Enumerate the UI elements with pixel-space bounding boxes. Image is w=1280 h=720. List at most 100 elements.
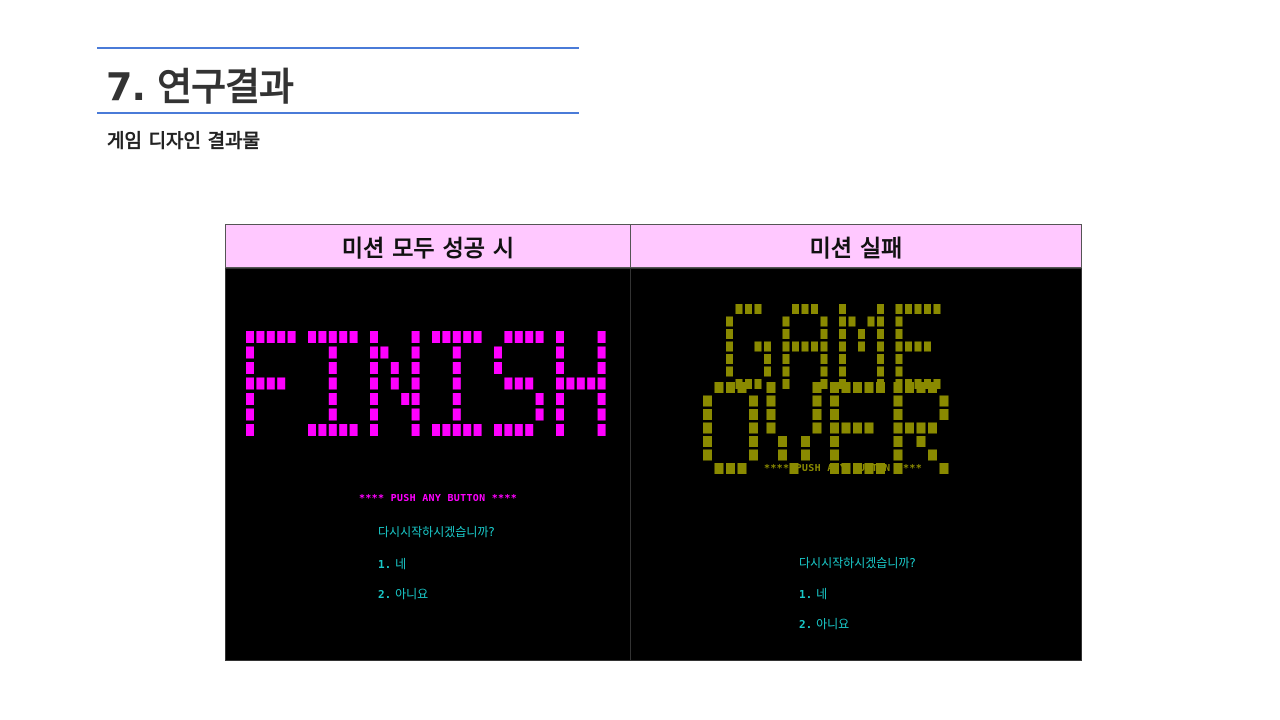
over-pixel-block: [766, 395, 776, 407]
over-pixel-block: [939, 395, 949, 407]
over-pixel-block: [766, 422, 776, 434]
over-pixel-block: [801, 449, 810, 461]
over-pixel-block: [749, 395, 758, 407]
over-pixel-block: [766, 382, 776, 393]
over-pixel-block: [703, 449, 712, 461]
game-pixel-block: [895, 366, 903, 377]
finish-pixel-block: [246, 362, 254, 374]
finish-pixel-block: [349, 331, 358, 343]
finish-pixel-block: [597, 331, 606, 343]
over-pixel-block: [812, 422, 822, 434]
finish-pixel-block: [308, 331, 316, 343]
gameover-game-screen: **** PUSH ANY BUTTON **** 다시시작하시겠습니까? 1.…: [630, 268, 1082, 661]
slide-subtitle: 게임 디자인 결과물: [107, 130, 261, 152]
finish-pixel-block: [556, 408, 564, 421]
game-pixel-block: [924, 341, 931, 352]
game-pixel-block: [877, 316, 884, 327]
finish-pixel-block: [266, 377, 275, 390]
game-pixel-block: [877, 329, 884, 339]
finish-pixel-block: [370, 393, 378, 405]
over-pixel-block: [905, 422, 914, 434]
finish-pixel-block: [504, 424, 513, 436]
finish-pixel-block: [463, 331, 472, 343]
over-pixel-block: [893, 422, 903, 434]
option-yes-label: 네: [395, 557, 407, 571]
finish-pixel-block: [411, 346, 420, 359]
restart-question: 다시시작하시겠습니까?: [378, 525, 495, 539]
over-pixel-block: [830, 395, 839, 407]
finish-pixel-block: [370, 346, 378, 359]
finish-pixel-block: [380, 346, 389, 359]
finish-pixel-block: [318, 331, 327, 343]
finish-pixel-block: [401, 393, 410, 405]
finish-pixel-block: [463, 424, 472, 436]
over-pixel-block: [749, 449, 758, 461]
over-pixel-block: [853, 422, 862, 434]
finish-pixel-block: [370, 408, 378, 421]
over-pixel-block: [703, 436, 712, 447]
option-no[interactable]: 2. 아니요: [799, 615, 849, 632]
finish-pixel-block: [328, 424, 337, 436]
finish-pixel-block: [566, 377, 575, 390]
finish-pixel-block: [556, 377, 564, 390]
finish-pixel-block: [246, 424, 254, 436]
option-yes[interactable]: 1. 네: [799, 585, 827, 602]
title-bottom-rule: [97, 112, 579, 114]
option-yes[interactable]: 1. 네: [378, 555, 406, 572]
game-pixel-block: [811, 304, 818, 314]
finish-pixel-block: [535, 331, 544, 343]
game-pixel-block: [764, 366, 771, 377]
game-pixel-block: [839, 316, 846, 327]
finish-pixel-block: [514, 331, 523, 343]
finish-pixel-block: [514, 424, 523, 436]
finish-pixel-block: [597, 393, 606, 405]
finish-pixel-art: [246, 331, 606, 436]
game-pixel-block: [924, 304, 931, 314]
option-yes-number: 1.: [378, 558, 392, 571]
over-pixel-block: [893, 409, 903, 420]
finish-pixel-block: [339, 424, 348, 436]
game-pixel-block: [726, 329, 733, 339]
game-pixel-block: [867, 316, 875, 327]
finish-pixel-block: [246, 377, 254, 390]
finish-pixel-block: [452, 377, 461, 390]
finish-pixel-block: [597, 362, 606, 374]
game-pixel-block: [811, 341, 818, 352]
finish-pixel-block: [349, 424, 358, 436]
finish-pixel-block: [597, 408, 606, 421]
finish-pixel-block: [370, 377, 378, 390]
title-top-rule: [97, 47, 579, 49]
push-any-button-text: **** PUSH ANY BUTTON ****: [764, 463, 923, 474]
finish-pixel-block: [411, 362, 420, 374]
finish-pixel-block: [432, 424, 440, 436]
over-pixel-block: [737, 463, 747, 474]
game-pixel-block: [877, 341, 884, 352]
game-pixel-block: [754, 304, 762, 314]
finish-pixel-block: [328, 331, 337, 343]
game-pixel-block: [839, 366, 846, 377]
option-no-number: 2.: [378, 588, 392, 601]
finish-pixel-block: [432, 331, 440, 343]
over-pixel-block: [916, 436, 926, 447]
over-pixel-block: [830, 422, 839, 434]
game-pixel-block: [895, 304, 903, 314]
game-pixel-block: [895, 316, 903, 327]
game-pixel-block: [905, 304, 912, 314]
finish-pixel-block: [411, 393, 420, 405]
over-pixel-block: [749, 436, 758, 447]
game-pixel-block: [801, 304, 809, 314]
over-pixel-block: [737, 382, 747, 393]
finish-pixel-block: [556, 362, 564, 374]
option-no[interactable]: 2. 아니요: [378, 585, 428, 602]
finish-pixel-block: [411, 331, 420, 343]
over-pixel-block: [714, 463, 724, 474]
over-pixel-block: [749, 422, 758, 434]
game-pixel-block: [858, 341, 865, 352]
game-pixel-block: [754, 341, 762, 352]
game-pixel-block: [839, 354, 846, 364]
finish-game-screen: **** PUSH ANY BUTTON **** 다시시작하시겠습니까? 1.…: [225, 268, 631, 661]
game-pixel-block: [820, 341, 828, 352]
finish-pixel-block: [556, 331, 564, 343]
over-pixel-block: [893, 382, 903, 393]
game-pixel-block: [877, 304, 884, 314]
